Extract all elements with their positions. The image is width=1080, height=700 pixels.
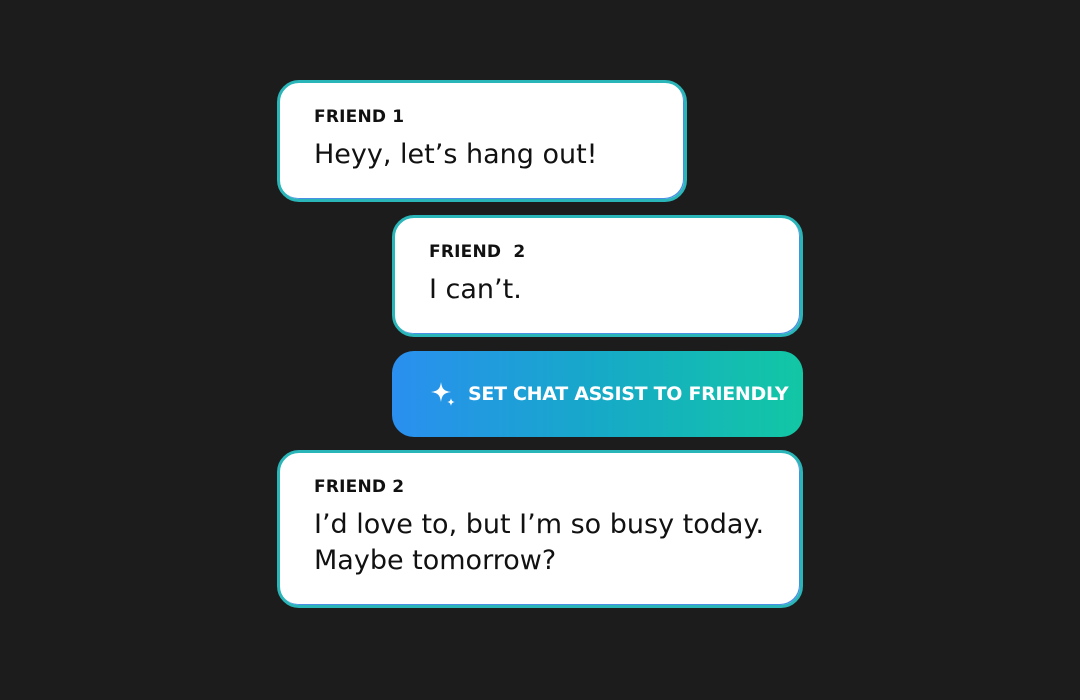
chat-message-friend-2: FRIEND 2 I can’t.	[392, 215, 803, 337]
message-sender: FRIEND 2	[314, 477, 405, 497]
set-chat-assist-button[interactable]: SET CHAT ASSIST TO FRIENDLY	[392, 351, 803, 437]
message-sender: FRIEND 1	[314, 107, 405, 127]
chat-message-friend-2-rewritten: FRIEND 2 I’d love to, but I’m so busy to…	[277, 450, 803, 608]
chat-message-friend-1: FRIEND 1 Heyy, let’s hang out!	[277, 80, 687, 202]
set-chat-assist-label: SET CHAT ASSIST TO FRIENDLY	[468, 383, 789, 405]
message-text: I’d love to, but I’m so busy today. Mayb…	[314, 509, 765, 576]
sparkle-icon	[428, 379, 458, 409]
message-text: Heyy, let’s hang out!	[314, 139, 598, 170]
message-sender: FRIEND 2	[429, 242, 526, 262]
message-text: I can’t.	[429, 274, 522, 305]
